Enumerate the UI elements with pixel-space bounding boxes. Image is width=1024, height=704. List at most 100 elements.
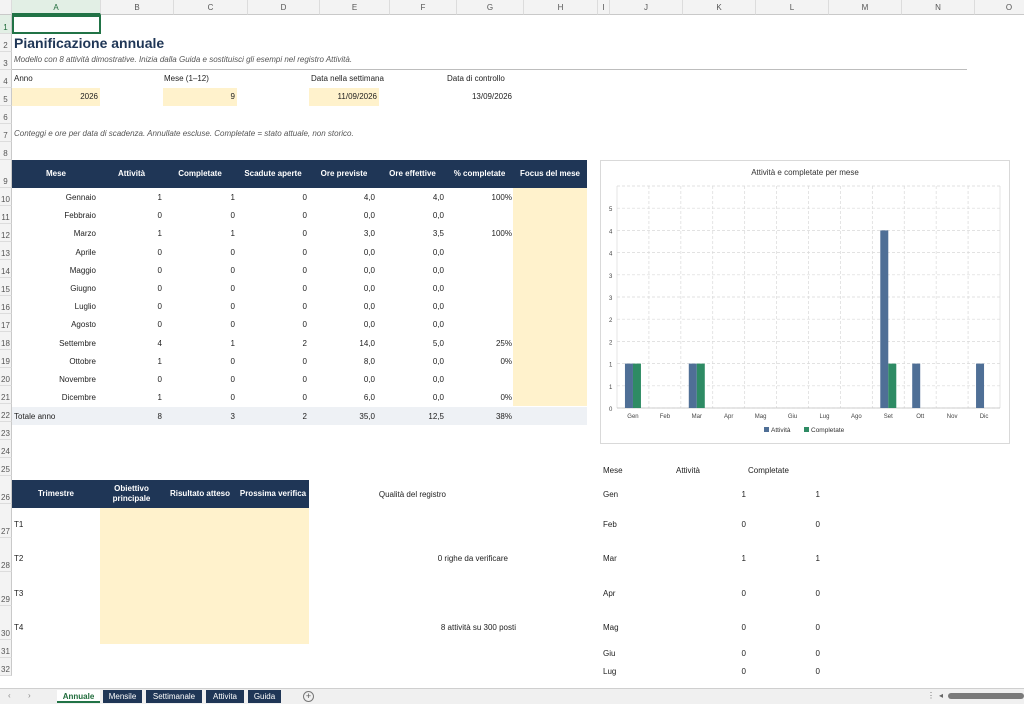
row-header-31[interactable]: 31 [0,640,12,658]
table-cell: Gennaio [65,193,96,202]
column-header-i[interactable]: I [598,0,610,15]
quarter-t2: T2 [14,554,24,563]
tab-mensile[interactable]: Mensile [103,690,142,703]
row-header-6[interactable]: 6 [0,106,12,124]
header-mese: Mese [45,169,66,178]
chart-ytick-label: 1 [609,363,613,369]
tab-guida[interactable]: Guida [248,690,281,703]
anno-label: Anno [14,74,33,83]
column-header-c[interactable]: C [174,0,248,15]
column-header-b[interactable]: B [101,0,174,15]
row-header-8[interactable]: 8 [0,142,12,160]
tab-annuale[interactable]: Annuale [57,690,100,703]
table-cell: 1 [157,356,162,366]
column-header-a[interactable]: A [12,0,101,15]
row-header-3[interactable]: 3 [0,52,12,70]
column-header-j[interactable]: J [610,0,683,15]
data-controllo-value: 13/09/2026 [471,92,512,101]
row-header-24[interactable]: 24 [0,440,12,458]
column-header-d[interactable]: D [248,0,320,15]
row-header-9[interactable]: 9 [0,160,12,188]
chart-bar-completate [888,363,897,408]
row-header-20[interactable]: 20 [0,368,12,386]
row-header-11[interactable]: 11 [0,206,12,224]
scroll-left-icon[interactable]: ◂ [939,691,943,700]
page-subtitle: Modello con 8 attività dimostrative. Ini… [14,55,353,64]
row-header-27[interactable]: 27 [0,504,12,538]
side-table-cell: 0 [741,667,746,676]
column-header-e[interactable]: E [320,0,390,15]
row-header-25[interactable]: 25 [0,458,12,476]
side-table-cell: Giu [603,649,616,658]
header-scadute: Scadute aperte [244,169,302,178]
column-header-h[interactable]: H [524,0,598,15]
row-header-18[interactable]: 18 [0,332,12,350]
note-text: Conteggi e ore per data di scadenza. Ann… [14,129,354,138]
column-header-l[interactable]: L [756,0,829,15]
chart-attivita-completate[interactable]: Attività e completate per mese 0 1 1 2 2 3 3 4 4 5… [600,160,1010,444]
quarters-input-area[interactable] [100,508,309,644]
row-header-26[interactable]: 26 [0,476,12,504]
row-header-7[interactable]: 7 [0,124,12,142]
row-header-29[interactable]: 29 [0,572,12,606]
row-header-13[interactable]: 13 [0,242,12,260]
header-perc-completate: % completate [453,169,506,178]
row-header-16[interactable]: 16 [0,296,12,314]
table-cell: 2 [302,338,307,348]
row-header-22[interactable]: 22 [0,404,12,422]
column-header-n[interactable]: N [902,0,975,15]
chart-xtick-label: Nov [947,414,958,420]
column-header-f[interactable]: F [390,0,457,15]
header-risultato: Risultato atteso [169,489,230,498]
chart-ytick-label: 4 [609,229,613,235]
row-header-1[interactable]: 1 [0,15,12,34]
row-header-32[interactable]: 32 [0,658,12,676]
row-header-19[interactable]: 19 [0,350,12,368]
more-options-icon[interactable]: ⋮ [927,691,935,700]
row-header-21[interactable]: 21 [0,386,12,404]
add-sheet-icon[interactable]: + [303,691,314,702]
row-header-15[interactable]: 15 [0,278,12,296]
table-cell: 0 [230,302,235,312]
column-header-k[interactable]: K [683,0,756,15]
table-cell: 100% [491,193,512,202]
nav-prev-icon[interactable]: ‹ [8,691,11,700]
row-header-5[interactable]: 5 [0,88,12,106]
horizontal-scrollbar[interactable] [948,693,1024,699]
table-cell: Settembre [59,338,96,348]
row-header-28[interactable]: 28 [0,538,12,572]
table-cell: Ottobre [69,356,96,366]
side-table-cell: Feb [603,520,617,529]
focus-column[interactable] [513,188,587,406]
row-header-2[interactable]: 2 [0,34,12,52]
page-title: Pianificazione annuale [14,35,165,51]
row-header-14[interactable]: 14 [0,260,12,278]
table-cell: 100% [491,229,512,239]
column-header-m[interactable]: M [829,0,902,15]
chart-xtick-label: Gen [627,414,638,420]
table-cell: 0 [157,375,162,384]
table-cell: 4,0 [363,193,375,202]
table-cell: 0 [302,265,307,275]
spreadsheet-grid[interactable]: ABCDEFGHIJKLMNO 1 2 3 4 5 6 7 8 9 10 11 12 13 14 15 16 1… [0,0,1024,688]
tab-settimanale[interactable]: Settimanale [146,690,202,703]
header-obiettivo: Obiettivo principale [112,484,151,503]
chart-bar-attività [912,363,921,408]
chart-legend-swatch [804,427,809,432]
row-header-30[interactable]: 30 [0,606,12,640]
quarter-t3: T3 [14,589,24,598]
data-controllo-label: Data di controllo [447,74,505,83]
row-header-12[interactable]: 12 [0,224,12,242]
table-cell: 0 [157,302,162,312]
row-header-17[interactable]: 17 [0,314,12,332]
column-header-g[interactable]: G [457,0,524,15]
row-header-10[interactable]: 10 [0,188,12,206]
table-cell: 0 [302,229,307,239]
column-header-o[interactable]: O [975,0,1024,15]
row-header-23[interactable]: 23 [0,422,12,440]
nav-next-icon[interactable]: › [28,691,31,700]
tab-attivita[interactable]: Attivita [206,690,244,703]
table-cell: Maggio [69,265,96,275]
selected-cell-a1[interactable] [12,15,101,34]
row-header-4[interactable]: 4 [0,70,12,88]
